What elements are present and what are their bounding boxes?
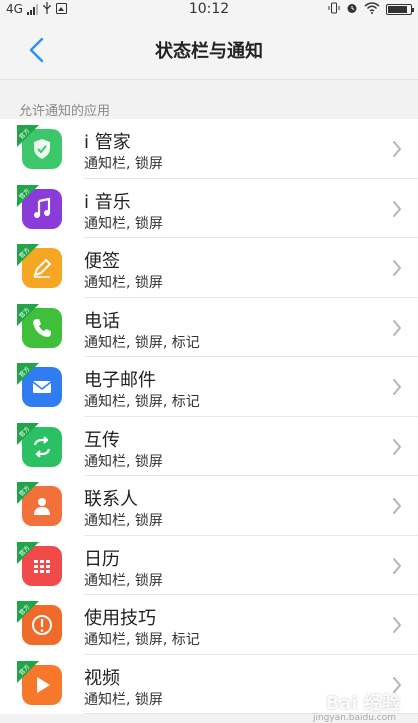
official-badge: 官方	[17, 125, 39, 147]
app-notification-types: 通知栏, 锁屏	[84, 156, 163, 172]
official-badge: 官方	[17, 660, 39, 683]
app-list-item[interactable]: 官方 电子邮件通知栏, 锁屏, 标记	[0, 357, 418, 417]
app-name: 电话	[84, 310, 120, 332]
app-list-item[interactable]: 官方 互传通知栏, 锁屏	[0, 417, 418, 476]
app-list-item[interactable]: 官方 便签通知栏, 锁屏	[0, 238, 418, 298]
chevron-right-icon	[393, 141, 401, 157]
official-badge: 官方	[17, 482, 39, 504]
watermark-logo: Bai 经验	[325, 693, 400, 714]
chevron-right-icon	[393, 438, 401, 455]
app-notification-types: 通知栏, 锁屏	[84, 275, 163, 291]
app-name: 电子邮件	[84, 370, 156, 391]
wifi-icon	[364, 2, 380, 17]
official-badge: 官方	[17, 184, 39, 207]
official-badge: 官方	[17, 601, 39, 623]
app-name: 便签	[84, 251, 120, 272]
official-badge: 官方	[17, 422, 39, 445]
status-right	[328, 2, 414, 17]
app-notification-types: 通知栏, 锁屏, 标记	[84, 632, 200, 648]
app-list-item[interactable]: 官方 i 管家通知栏, 锁屏	[0, 119, 418, 179]
app-list-item[interactable]: 官方 使用技巧通知栏, 锁屏, 标记	[0, 595, 418, 655]
alarm-icon	[346, 2, 358, 17]
official-badge: 官方	[17, 363, 39, 385]
app-notification-types: 通知栏, 锁屏	[84, 513, 163, 529]
app-name: i 音乐	[84, 191, 131, 213]
status-bar: 4G 10:12	[0, 0, 418, 20]
app-notification-types: 通知栏, 锁屏	[84, 691, 163, 708]
app-list-item[interactable]: 官方 日历通知栏, 锁屏	[0, 536, 418, 595]
app-list-item[interactable]: 官方 电话通知栏, 锁屏, 标记	[0, 298, 418, 357]
chevron-right-icon	[393, 557, 401, 574]
official-badge: 官方	[17, 303, 39, 326]
app-name: 互传	[84, 429, 120, 451]
section-label: 允许通知的应用	[19, 104, 111, 119]
app-list-item[interactable]: 官方 i 音乐通知栏, 锁屏	[0, 179, 418, 238]
app-notification-types: 通知栏, 锁屏	[84, 453, 163, 470]
app-name: i 管家	[84, 132, 131, 153]
app-notification-types: 通知栏, 锁屏	[84, 215, 163, 232]
chevron-right-icon	[393, 617, 401, 633]
watermark-url: jingyan.baidu.com	[312, 713, 396, 723]
official-badge: 官方	[17, 244, 39, 266]
app-list-item[interactable]: 官方 联系人通知栏, 锁屏	[0, 476, 418, 536]
nav-bar: 状态栏与通知	[0, 20, 418, 80]
app-name: 日历	[84, 548, 120, 570]
battery-icon	[386, 4, 414, 15]
app-name: 联系人	[84, 489, 138, 510]
page-title: 状态栏与通知	[155, 41, 263, 62]
chevron-right-icon	[393, 379, 401, 395]
chevron-right-icon	[393, 319, 401, 336]
vibrate-icon	[328, 2, 340, 17]
official-badge: 官方	[17, 541, 39, 564]
app-name: 视频	[84, 667, 120, 689]
chevron-right-icon	[393, 260, 401, 276]
app-list: 官方 i 管家 通知栏, 锁屏 官方 i 音乐 通知栏, 锁屏 官方 便签 通知栏, 锁屏 官方电…	[0, 119, 418, 714]
chevron-right-icon	[393, 498, 401, 514]
chevron-right-icon	[393, 200, 401, 217]
app-notification-types: 通知栏, 锁屏	[84, 572, 163, 589]
app-notification-types: 通知栏, 锁屏, 标记	[84, 334, 200, 351]
app-name: 使用技巧	[84, 608, 156, 629]
app-notification-types: 通知栏, 锁屏, 标记	[84, 394, 200, 410]
